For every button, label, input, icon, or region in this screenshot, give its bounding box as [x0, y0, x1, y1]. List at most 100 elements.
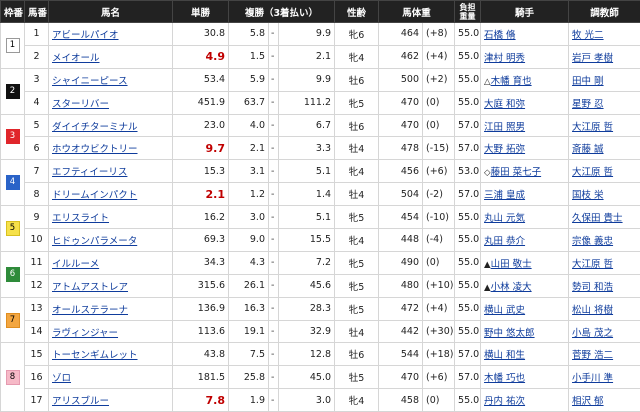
trainer-cell: 小手川 準	[569, 366, 640, 389]
trainer-link[interactable]: 岩戸 孝樹	[572, 53, 613, 64]
place-odds-low: 1.5	[229, 45, 269, 68]
jockey-link[interactable]: 江田 照男	[484, 122, 525, 133]
jockey-link[interactable]: 丸田 恭介	[484, 236, 525, 247]
weight-diff: (+2)	[423, 68, 455, 91]
horse-name-link[interactable]: ドリームインパクト	[52, 190, 137, 201]
sex-age: 牡6	[335, 114, 379, 137]
horse-name-cell: オールステラーナ	[49, 297, 173, 320]
place-odds-low: 63.7	[229, 91, 269, 114]
jockey-cell: ◇藤田 菜七子	[481, 160, 569, 183]
horse-name-link[interactable]: スターリバー	[52, 99, 109, 110]
place-odds-high: 7.2	[279, 251, 335, 274]
header-win-odds: 単勝	[173, 1, 229, 23]
trainer-cell: 牧 光二	[569, 23, 640, 46]
horse-name-link[interactable]: アトムアストレア	[52, 282, 128, 293]
horse-name-link[interactable]: アリスブルー	[52, 396, 109, 407]
trainer-link[interactable]: 大江原 哲	[572, 122, 613, 133]
trainer-link[interactable]: 宗像 義忠	[572, 236, 613, 247]
jockey-cell: 石橋 脩	[481, 23, 569, 46]
place-odds-low: 2.1	[229, 137, 269, 160]
place-odds-low: 3.0	[229, 206, 269, 229]
horse-name-cell: ホウオウビクトリー	[49, 137, 173, 160]
weight-diff: (0)	[423, 114, 455, 137]
horse-name-link[interactable]: シャイニーピース	[52, 76, 128, 87]
horse-name-link[interactable]: アビールパイオ	[52, 30, 119, 41]
sex-age: 牡4	[335, 137, 379, 160]
place-odds-separator: -	[269, 91, 279, 114]
header-sex-age: 性齢	[335, 1, 379, 23]
weight-diff: (+6)	[423, 160, 455, 183]
jockey-link[interactable]: 津村 明秀	[484, 53, 525, 64]
trainer-link[interactable]: 国枝 栄	[572, 190, 604, 201]
waku-badge: 1	[6, 38, 20, 53]
trainer-link[interactable]: 小手川 準	[572, 373, 613, 384]
horse-name-link[interactable]: ゾロ	[52, 373, 71, 384]
win-odds: 53.4	[173, 68, 229, 91]
horse-name-link[interactable]: ホウオウビクトリー	[52, 144, 138, 155]
horse-name-link[interactable]: エフティイーリス	[52, 167, 127, 178]
jockey-cell: 丹内 祐次	[481, 389, 569, 412]
sex-age: 牝6	[335, 23, 379, 46]
jockey-link[interactable]: 横山 和生	[484, 350, 525, 361]
horse-name-cell: アリスブルー	[49, 389, 173, 412]
horse-name-link[interactable]: メイオール	[52, 53, 100, 64]
trainer-link[interactable]: 星野 忍	[572, 99, 604, 110]
jockey-cell: ▲小林 凌大	[481, 274, 569, 297]
horse-name-link[interactable]: ヒドゥンパラメータ	[52, 236, 137, 247]
place-odds-high: 3.0	[279, 389, 335, 412]
jockey-link[interactable]: 丹内 祐次	[484, 396, 525, 407]
body-weight: 544	[379, 343, 423, 366]
body-weight: 442	[379, 320, 423, 343]
horse-name-link[interactable]: イルルーメ	[52, 259, 99, 270]
trainer-cell: 松山 将樹	[569, 297, 640, 320]
jockey-link[interactable]: 藤田 菜七子	[491, 167, 542, 178]
horse-name-link[interactable]: オールステラーナ	[52, 305, 128, 316]
jockey-link[interactable]: 木幡 巧也	[484, 373, 525, 384]
table-row: 4スターリバー451.963.7-111.2牝5470(0)55.0大庭 和弥星…	[1, 91, 640, 114]
body-weight: 456	[379, 160, 423, 183]
trainer-link[interactable]: 大江原 哲	[572, 167, 613, 178]
jockey-link[interactable]: 木幡 育也	[491, 76, 532, 87]
horse-name-link[interactable]: エリスライト	[52, 213, 109, 224]
trainer-link[interactable]: 相沢 郁	[572, 396, 604, 407]
waku-badge: 2	[6, 84, 20, 99]
jockey-link[interactable]: 大野 拓弥	[484, 144, 525, 155]
jockey-link[interactable]: 丸山 元気	[484, 213, 525, 224]
trainer-link[interactable]: 小島 茂之	[572, 328, 613, 339]
place-odds-high: 111.2	[279, 91, 335, 114]
trainer-link[interactable]: 牧 光二	[572, 30, 604, 41]
sex-age: 牡4	[335, 183, 379, 206]
horse-name-link[interactable]: ラヴィンジャー	[52, 328, 118, 339]
table-header-row: 枠番 馬番 馬名 単勝 複勝（3着払い） 性齢 馬体重 負担重量 騎手 調教師	[1, 1, 640, 23]
sex-age: 牝5	[335, 206, 379, 229]
horse-number: 8	[25, 183, 49, 206]
horse-number: 17	[25, 389, 49, 412]
jockey-link[interactable]: 大庭 和弥	[484, 99, 525, 110]
jockey-link[interactable]: 三浦 皇成	[484, 190, 525, 201]
trainer-link[interactable]: 斎藤 誠	[572, 144, 604, 155]
win-odds: 69.3	[173, 229, 229, 252]
weight-diff: (+10)	[423, 274, 455, 297]
place-odds-separator: -	[269, 160, 279, 183]
jockey-link[interactable]: 野中 悠太郎	[484, 328, 535, 339]
jockey-link[interactable]: 横山 武史	[484, 305, 525, 316]
horse-name-link[interactable]: トーセンギムレット	[52, 350, 138, 361]
sex-age: 牝4	[335, 229, 379, 252]
trainer-link[interactable]: 大江原 哲	[572, 259, 613, 270]
jockey-link[interactable]: 石橋 脩	[484, 30, 516, 41]
trainer-link[interactable]: 勢司 和浩	[572, 282, 613, 293]
trainer-link[interactable]: 久保田 貴士	[572, 213, 623, 224]
trainer-link[interactable]: 田中 剛	[572, 76, 604, 87]
horse-number: 9	[25, 206, 49, 229]
jockey-link[interactable]: 小林 凌大	[491, 282, 532, 293]
jockey-link[interactable]: 山田 敬士	[491, 259, 532, 270]
header-trainer: 調教師	[569, 1, 640, 23]
win-odds: 23.0	[173, 114, 229, 137]
horse-name-link[interactable]: ダイイチターミナル	[52, 122, 138, 133]
trainer-link[interactable]: 松山 将樹	[572, 305, 613, 316]
trainer-link[interactable]: 菅野 浩二	[572, 350, 613, 361]
place-odds-low: 1.9	[229, 389, 269, 412]
burden-weight: 53.0	[455, 160, 481, 183]
weight-diff: (+18)	[423, 343, 455, 366]
sex-age: 牝4	[335, 389, 379, 412]
